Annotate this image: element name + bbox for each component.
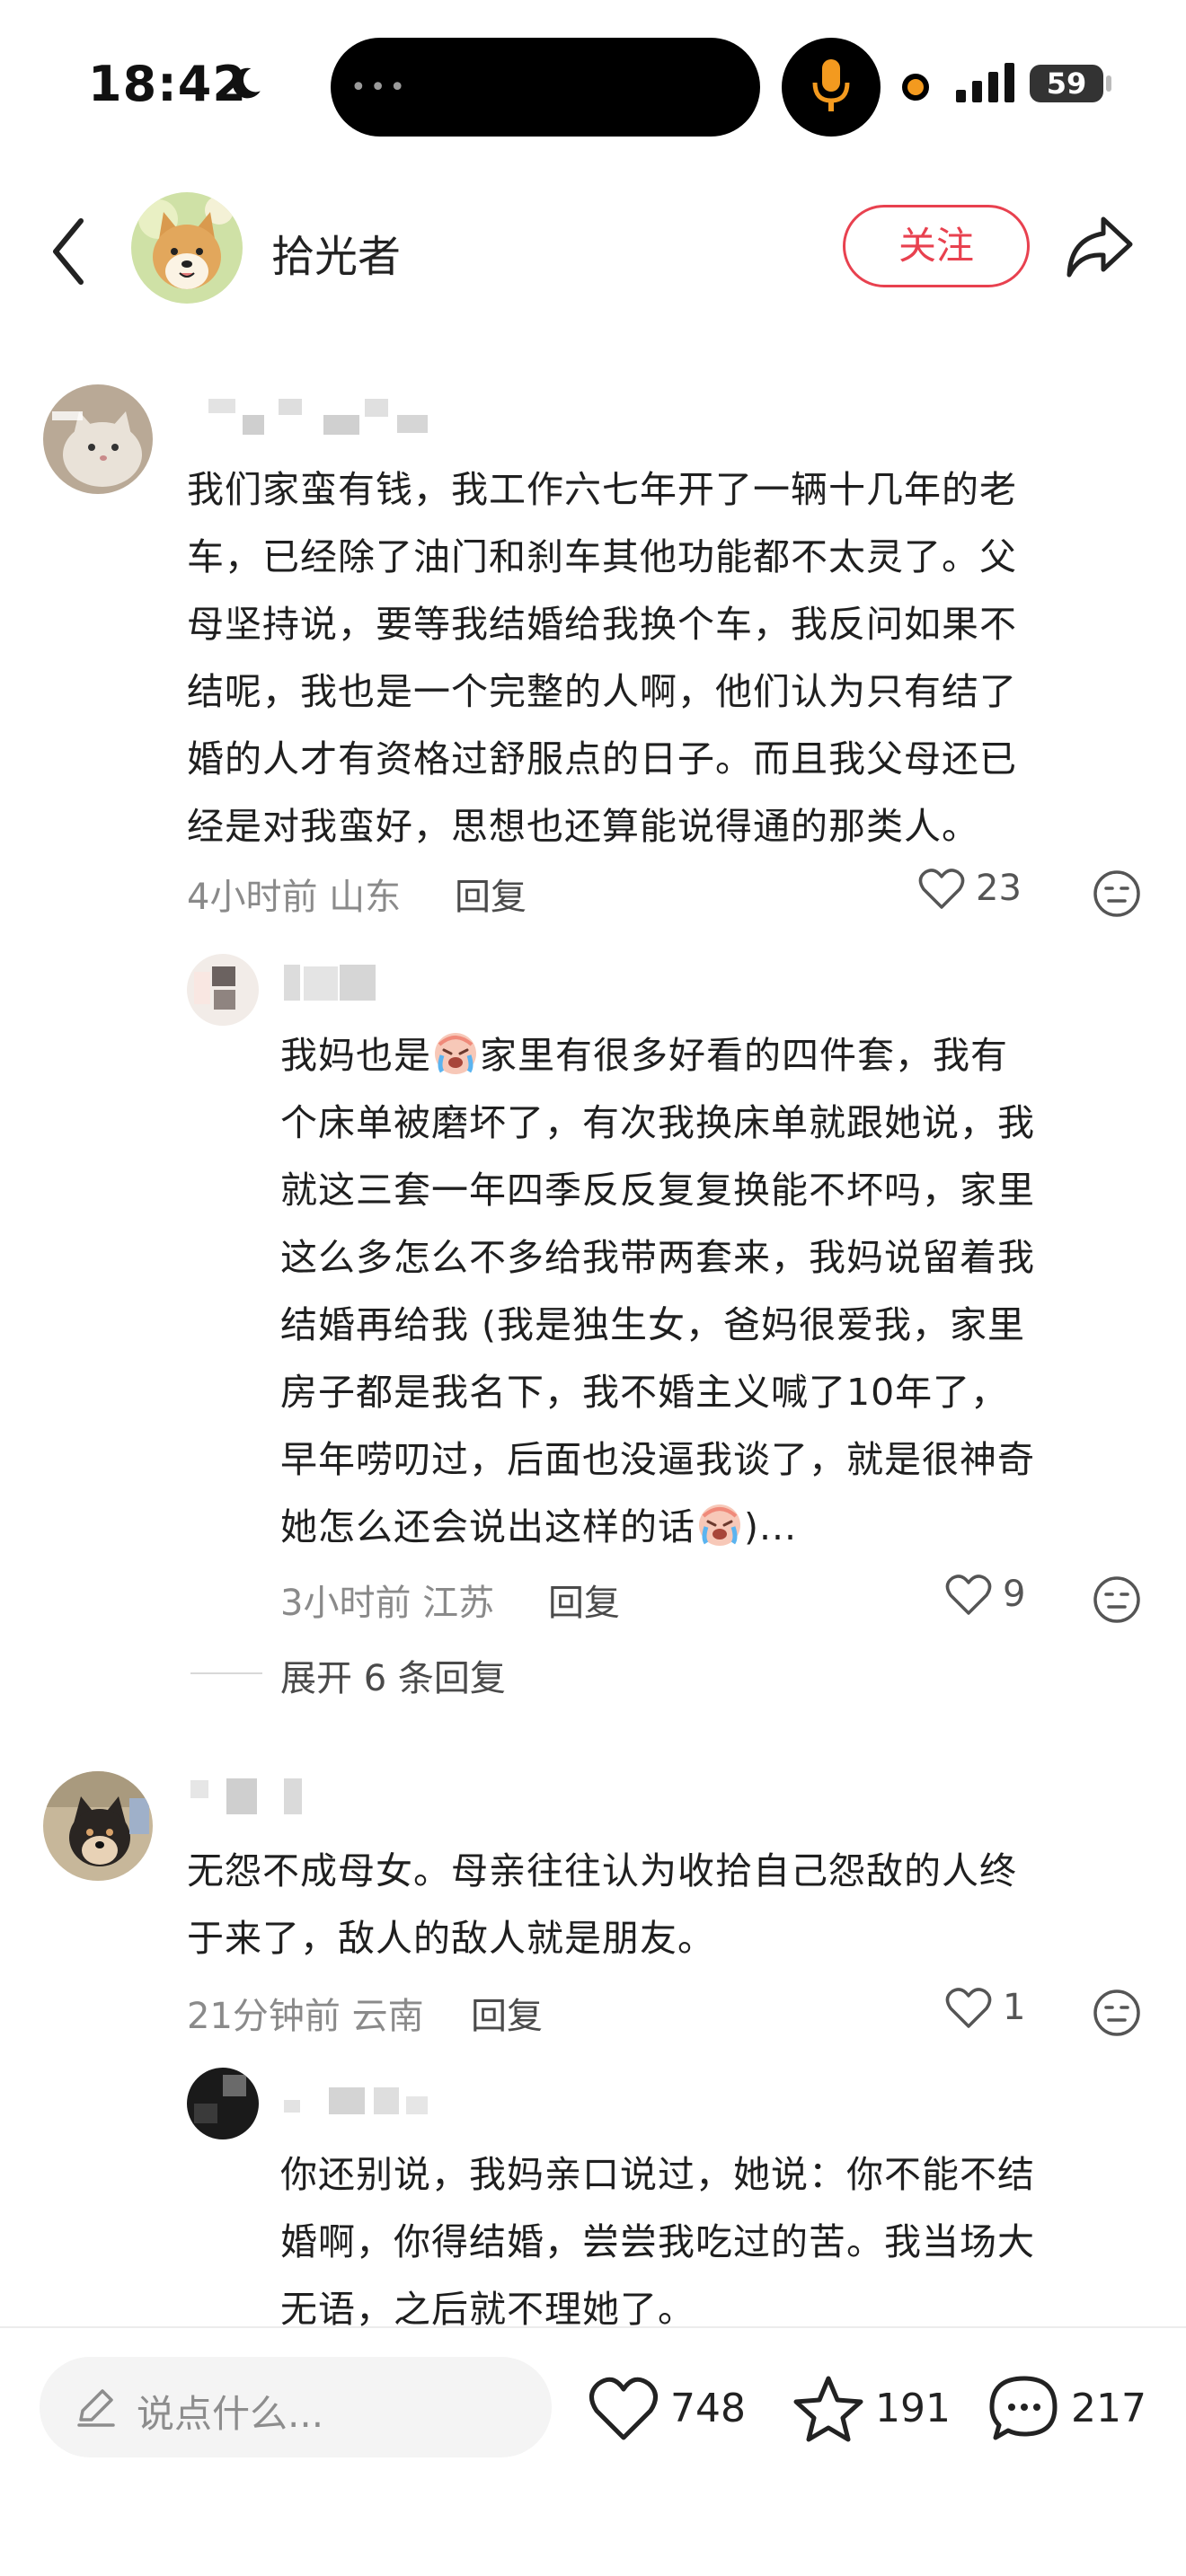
comment-line: 我们家蛮有钱，我工作六七年开了一辆十几年的老 — [187, 468, 1017, 511]
crying-face-emoji-icon — [435, 1033, 476, 1074]
comment-line: 于来了，敌人的敌人就是朋友。 — [187, 1917, 715, 1960]
replier-avatar[interactable] — [187, 2068, 259, 2139]
neutral-face-icon[interactable] — [1093, 869, 1141, 918]
dark-avatar-icon — [187, 2068, 259, 2139]
author-avatar[interactable] — [131, 192, 243, 304]
battery-indicator: 59 — [1030, 65, 1103, 102]
comment-line: 结呢，我也是一个完整的人啊，他们认为只有结了 — [187, 670, 1017, 713]
comment-input-placeholder: 说点什么... — [137, 2392, 324, 2436]
text-segment: 我妈也是 — [280, 1034, 431, 1077]
crying-face-emoji-icon — [699, 1504, 740, 1546]
author-name[interactable]: 拾光者 — [271, 221, 401, 284]
comment-line: 她怎么还会说出这样的话 )... — [280, 1494, 1161, 1561]
reply-button[interactable]: 回复 — [455, 868, 527, 920]
follow-button[interactable]: 关注 — [843, 205, 1030, 287]
comment-post-button[interactable]: 217 — [988, 2375, 1150, 2447]
comment-line: 婚的人才有资格过舒服点的日子。而且我父母还已 — [187, 737, 1017, 781]
like-count: 23 — [976, 868, 1022, 909]
replier-avatar[interactable] — [187, 954, 259, 1026]
comment-line: 我妈也是 家里有很多好看的四件套，我有 — [280, 1022, 1161, 1090]
comment-line: 这么多怎么不多给我带两套来，我妈说留着我 — [280, 1236, 1035, 1279]
commenter-avatar[interactable] — [43, 1771, 153, 1881]
comment-body: 我们家蛮有钱，我工作六七年开了一辆十几年的老 车，已经除了油门和刹车其他功能都不… — [187, 456, 1157, 860]
comment-line: 无怨不成母女。母亲往往认为收拾自己怨敌的人终 — [187, 1849, 1017, 1892]
reply-body: 我妈也是 家里有很多好看的四件套，我有 个床单被磨坏了，有次我换床单就跟她说，我… — [280, 1022, 1161, 1561]
comment-like-button[interactable]: 23 — [918, 864, 1035, 918]
bottom-action-bar: 说点什么... 748 191 217 — [0, 2326, 1186, 2576]
microphone-icon — [812, 59, 850, 111]
island-dots-icon: ••• — [350, 72, 410, 103]
commenter-avatar[interactable] — [43, 384, 153, 494]
heart-icon — [918, 869, 965, 909]
post-header: 拾光者 关注 — [0, 180, 1186, 332]
favorite-count: 191 — [875, 2386, 951, 2431]
neutral-face-icon[interactable] — [1093, 1989, 1141, 2037]
expand-divider — [190, 1672, 262, 1674]
blurred-avatar-icon — [187, 954, 259, 1026]
replier-name-redacted — [284, 2084, 437, 2129]
favorite-post-button[interactable]: 191 — [792, 2375, 954, 2447]
comment-line: 就这三套一年四季反反复复换能不坏吗，家里 — [280, 1169, 1035, 1212]
heart-icon — [945, 1988, 992, 2028]
moon-icon — [232, 67, 261, 99]
pencil-icon — [77, 2389, 115, 2427]
comment-line: 婚啊，你得结婚，尝尝我吃过的苦。我当场大 — [280, 2220, 1035, 2263]
commenter-name-redacted — [189, 395, 440, 440]
text-segment: 她怎么还会说出这样的话 — [280, 1505, 695, 1548]
expand-replies-button[interactable]: 展开 6 条回复 — [280, 1649, 506, 1701]
comment-meta: 21分钟前 云南 — [187, 1996, 424, 2037]
signal-icon — [956, 63, 1014, 102]
comment-like-button[interactable]: 1 — [945, 1983, 1035, 2037]
reply-like-button[interactable]: 9 — [945, 1570, 1035, 1624]
comment-line: 车，已经除了油门和刹车其他功能都不太灵了。父 — [187, 535, 1017, 578]
comment-line: 早年唠叨过，后面也没逼我谈了，就是很神奇 — [280, 1438, 1035, 1481]
reply-meta: 3小时前 江苏 — [280, 1583, 495, 1624]
text-segment: 家里有很多好看的四件套，我有 — [480, 1034, 1008, 1077]
like-count: 1 — [1003, 1987, 1026, 2028]
chevron-left-icon[interactable] — [47, 216, 92, 287]
chat-bubble-icon — [989, 2376, 1058, 2440]
reply-body: 你还别说，我妈亲口说过，她说：你不能不结 婚啊，你得结婚，尝尝我吃过的苦。我当场… — [280, 2141, 1161, 2343]
replier-name-redacted — [284, 965, 392, 1010]
reply-button[interactable]: 回复 — [548, 1574, 620, 1626]
like-count: 748 — [670, 2386, 746, 2431]
status-time: 18:42 — [88, 56, 247, 112]
star-icon — [793, 2376, 863, 2442]
like-count: 9 — [1003, 1574, 1026, 1615]
comment-count: 217 — [1071, 2386, 1146, 2431]
heart-icon — [589, 2377, 658, 2440]
cat-avatar-icon — [43, 384, 153, 494]
comment-line: 母坚持说，要等我结婚给我换个车，我反问如果不 — [187, 603, 1017, 646]
commenter-name-redacted — [190, 1778, 316, 1823]
text-segment: )... — [744, 1505, 798, 1548]
comment-line: 房子都是我名下，我不婚主义喊了10年了， — [280, 1371, 1009, 1414]
status-bar: 18:42 ••• 59 — [0, 0, 1186, 171]
shiba-dog-avatar-icon — [131, 192, 243, 304]
battery-nub — [1106, 75, 1111, 92]
comment-body: 无怨不成母女。母亲往往认为收拾自己怨敌的人终 于来了，敌人的敌人就是朋友。 — [187, 1838, 1157, 1972]
heart-icon — [945, 1575, 992, 1615]
comment-line: 结婚再给我 (我是独生女，爸妈很爱我，家里 — [280, 1303, 1026, 1346]
share-arrow-icon[interactable] — [1064, 212, 1136, 280]
comment-meta: 4小时前 山东 — [187, 877, 402, 918]
comment-input[interactable]: 说点什么... — [40, 2357, 552, 2457]
neutral-face-icon[interactable] — [1093, 1575, 1141, 1624]
comment-line: 经是对我蛮好，思想也还算能说得通的那类人。 — [187, 805, 979, 848]
comment-line: 个床单被磨坏了，有次我换床单就跟她说，我 — [280, 1101, 1035, 1144]
dog-avatar-icon — [43, 1771, 153, 1881]
comment-line: 你还别说，我妈亲口说过，她说：你不能不结 — [280, 2153, 1035, 2196]
recording-dot-icon — [902, 74, 929, 101]
reply-button[interactable]: 回复 — [471, 1987, 543, 2039]
like-post-button[interactable]: 748 — [588, 2375, 758, 2447]
